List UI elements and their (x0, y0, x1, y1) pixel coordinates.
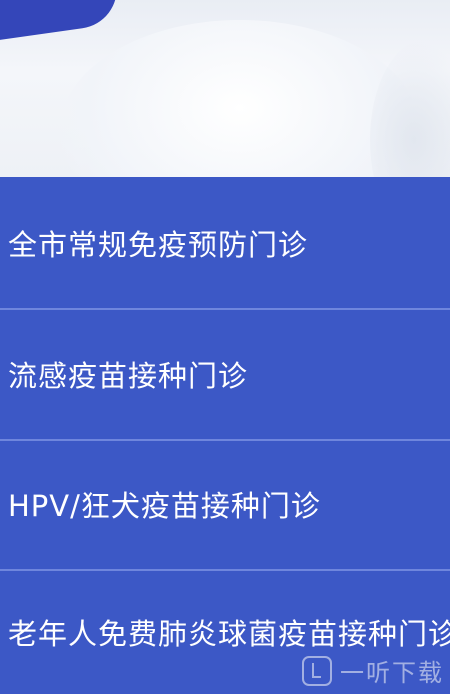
menu-item-label: 流感疫苗接种门诊 (8, 358, 249, 393)
watermark-logo-icon (302, 655, 332, 686)
menu-item-label: 老年人免费肺炎球菌疫苗接种门诊 (8, 616, 450, 651)
menu-item-hpv-rabies-vaccine[interactable]: HPV/狂犬疫苗接种门诊 (0, 439, 450, 569)
menu-item-label: HPV/狂犬疫苗接种门诊 (8, 489, 321, 523)
clinic-menu: 全市常规免疫预防门诊 流感疫苗接种门诊 HPV/狂犬疫苗接种门诊 老年人免费肺炎… (0, 177, 450, 694)
menu-item-label: 全市常规免疫预防门诊 (8, 227, 309, 262)
header-shadow (370, 40, 450, 177)
header-image (0, 0, 450, 177)
watermark-text: 一听下载 (340, 659, 444, 687)
header-accent-shape (0, 0, 123, 45)
header-highlight (60, 20, 420, 177)
menu-item-routine-immunization[interactable]: 全市常规免疫预防门诊 (0, 177, 450, 308)
watermark: 一听下载 (302, 653, 444, 688)
menu-item-flu-vaccine[interactable]: 流感疫苗接种门诊 (0, 308, 450, 439)
